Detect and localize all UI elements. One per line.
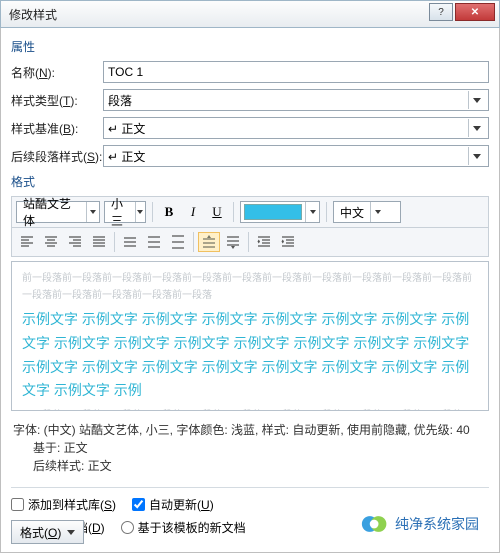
- footer: 格式(O) 纯净系统家园: [11, 520, 489, 544]
- preview-sample: 示例文字 示例文字 示例文字 示例文字 示例文字 示例文字 示例文字 示例文字 …: [22, 304, 478, 407]
- desc-line-3: 后续样式: 正文: [13, 457, 487, 475]
- language-select[interactable]: 中文: [333, 201, 401, 223]
- preview-before: 前一段落前一段落前一段落前一段落前一段落前一段落前一段落前一段落前一段落前一段落…: [22, 270, 478, 304]
- font-color-picker[interactable]: [240, 201, 320, 223]
- bold-button[interactable]: B: [159, 202, 179, 222]
- color-swatch: [244, 204, 302, 220]
- chevron-down-icon: [86, 202, 99, 222]
- following-style-select[interactable]: ↵ 正文: [103, 145, 489, 167]
- row-based: 样式基准(B): ↵ 正文: [11, 117, 489, 139]
- format-toolbar-2: [11, 228, 489, 257]
- align-center-button[interactable]: [40, 232, 62, 252]
- help-button[interactable]: ?: [429, 3, 453, 21]
- format-menu-button[interactable]: 格式(O): [11, 520, 84, 544]
- style-type-select[interactable]: 段落: [103, 89, 489, 111]
- title-bar: 修改样式 ? ✕: [0, 0, 500, 28]
- space-before-inc-button[interactable]: [198, 232, 220, 252]
- style-description: 字体: (中文) 站酷文艺体, 小三, 字体颜色: 浅蓝, 样式: 自动更新, …: [11, 417, 489, 479]
- chevron-down-icon: [305, 202, 319, 222]
- space-before-dec-button[interactable]: [222, 232, 244, 252]
- label-following: 后续段落样式(S):: [11, 148, 103, 165]
- label-name: 名称(N):: [11, 64, 103, 81]
- close-button[interactable]: ✕: [455, 3, 495, 21]
- format-toolbar-1: 站酷文艺体 小三 B I U 中文: [11, 196, 489, 228]
- chevron-down-icon: [468, 147, 484, 165]
- name-input[interactable]: [103, 61, 489, 83]
- preview-box: 前一段落前一段落前一段落前一段落前一段落前一段落前一段落前一段落前一段落前一段落…: [11, 261, 489, 411]
- line-spacing-15-button[interactable]: [143, 232, 165, 252]
- row-following: 后续段落样式(S): ↵ 正文: [11, 145, 489, 167]
- chevron-down-icon: [135, 202, 145, 222]
- preview-after: 下一段落下一段落下一段落下一段落下一段落下一段落下一段落下一段落下一段落下一段落…: [22, 407, 478, 411]
- indent-increase-button[interactable]: [277, 232, 299, 252]
- line-spacing-1-button[interactable]: [119, 232, 141, 252]
- window-title: 修改样式: [9, 6, 57, 23]
- based-on-select[interactable]: ↵ 正文: [103, 117, 489, 139]
- chevron-down-icon: [67, 525, 75, 539]
- auto-update-checkbox[interactable]: 自动更新(U): [132, 496, 214, 513]
- align-left-button[interactable]: [16, 232, 38, 252]
- align-right-button[interactable]: [64, 232, 86, 252]
- chevron-down-icon: [468, 119, 484, 137]
- row-type: 样式类型(T): 段落: [11, 89, 489, 111]
- line-spacing-2-button[interactable]: [167, 232, 189, 252]
- divider: [11, 487, 489, 488]
- chevron-down-icon: [468, 91, 484, 109]
- align-justify-button[interactable]: [88, 232, 110, 252]
- dialog-body: 属性 名称(N): 样式类型(T): 段落 样式基准(B): ↵ 正文 后续段落…: [0, 28, 500, 553]
- watermark-icon: [361, 510, 389, 538]
- italic-button[interactable]: I: [183, 202, 203, 222]
- label-type: 样式类型(T):: [11, 92, 103, 109]
- window-controls: ? ✕: [429, 3, 495, 21]
- section-properties: 属性: [11, 38, 489, 55]
- row-name: 名称(N):: [11, 61, 489, 83]
- desc-line-1: 字体: (中文) 站酷文艺体, 小三, 字体颜色: 浅蓝, 样式: 自动更新, …: [13, 421, 487, 439]
- desc-line-2: 基于: 正文: [13, 439, 487, 457]
- font-family-select[interactable]: 站酷文艺体: [16, 201, 100, 223]
- indent-decrease-button[interactable]: [253, 232, 275, 252]
- watermark-text: 纯净系统家园: [395, 514, 479, 534]
- add-to-gallery-checkbox[interactable]: 添加到样式库(S): [11, 496, 116, 513]
- label-based: 样式基准(B):: [11, 120, 103, 137]
- chevron-down-icon: [370, 202, 384, 222]
- section-format: 格式: [11, 173, 489, 190]
- watermark: 纯净系统家园: [361, 510, 479, 538]
- font-size-select[interactable]: 小三: [104, 201, 146, 223]
- underline-button[interactable]: U: [207, 202, 227, 222]
